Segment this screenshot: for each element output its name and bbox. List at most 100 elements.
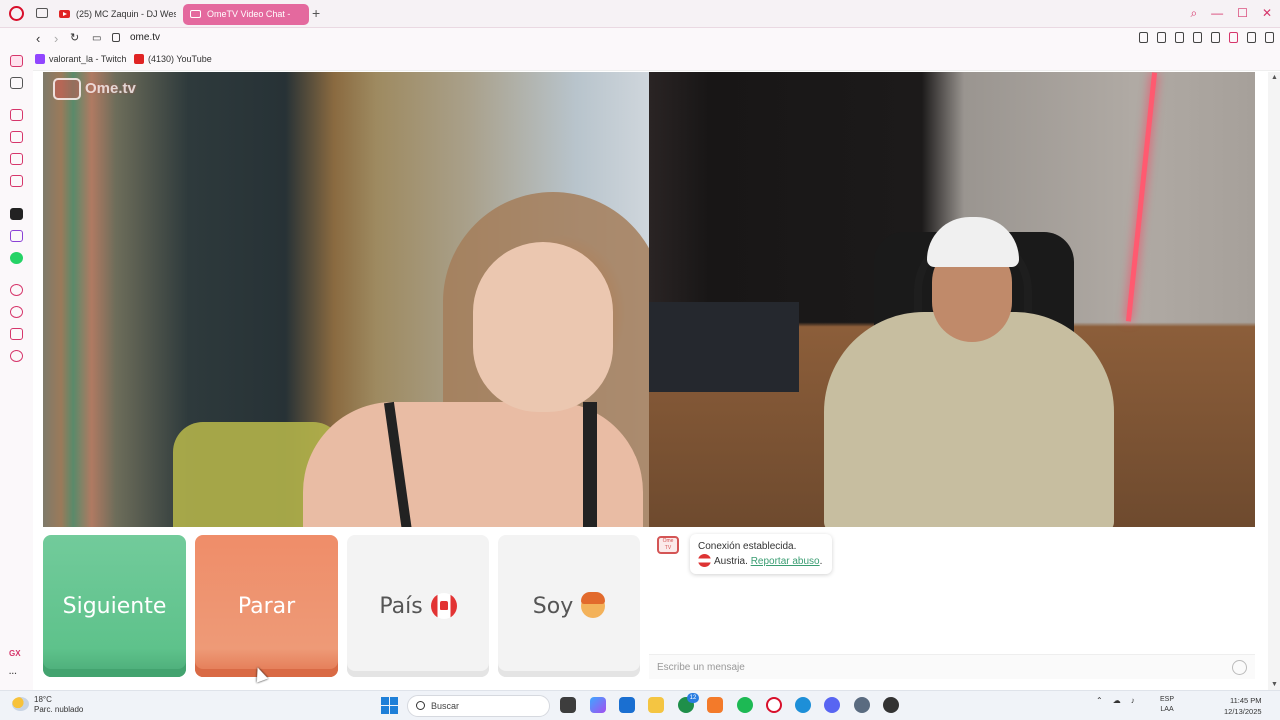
sidebar-m-icon[interactable] bbox=[10, 175, 23, 187]
file-explorer-icon[interactable] bbox=[648, 697, 664, 713]
maximize-button[interactable]: ☐ bbox=[1237, 6, 1248, 21]
system-message: Conexión establecida. Austria. Reportar … bbox=[690, 534, 832, 574]
strap-right bbox=[583, 402, 597, 527]
settings-icon[interactable] bbox=[854, 697, 870, 713]
clock-date: 12/13/2025 bbox=[1224, 707, 1262, 716]
stop-button[interactable]: Parar bbox=[195, 535, 338, 677]
ometv-chat-logo-icon: Ome TV bbox=[657, 536, 679, 554]
sidebar-twitch-icon[interactable] bbox=[10, 230, 23, 242]
stranger-video: Ome.tv bbox=[43, 72, 649, 527]
task-view-icon[interactable] bbox=[560, 697, 576, 713]
steam-icon[interactable] bbox=[883, 697, 899, 713]
layout-code: LAA bbox=[1160, 706, 1174, 713]
forward-button[interactable]: › bbox=[54, 31, 58, 46]
sidebar-player-icon[interactable] bbox=[10, 284, 23, 296]
app-a-icon[interactable] bbox=[707, 697, 723, 713]
store-icon[interactable] bbox=[619, 697, 635, 713]
country-name: Austria. bbox=[714, 556, 748, 567]
bookmark-label: valorant_la - Twitch bbox=[49, 54, 127, 64]
led-strip bbox=[1125, 72, 1158, 322]
profile-icon[interactable] bbox=[1229, 32, 1238, 43]
taskbar-search[interactable]: Buscar bbox=[407, 695, 550, 717]
discord-icon[interactable] bbox=[824, 697, 840, 713]
person-face bbox=[473, 242, 613, 412]
close-button[interactable]: ✕ bbox=[1262, 6, 1272, 21]
microphone-icon[interactable]: ♪ bbox=[1131, 696, 1135, 705]
scroll-up-icon[interactable]: ▲ bbox=[1271, 74, 1278, 81]
sidebar-aria-icon[interactable] bbox=[10, 109, 23, 121]
menu-icon[interactable] bbox=[1265, 32, 1274, 43]
clock[interactable]: 11:45 PM 12/13/2025 bbox=[1224, 695, 1262, 717]
tray-overflow-icon[interactable]: ⌃ bbox=[1096, 696, 1103, 705]
sidebar-extensions-icon[interactable] bbox=[10, 328, 23, 340]
sidebar-appstore-icon[interactable] bbox=[10, 208, 23, 220]
weather-desc: Parc. nublado bbox=[34, 705, 84, 714]
sidebar-history-icon[interactable] bbox=[10, 306, 23, 318]
bookmark-youtube[interactable]: (4130) YouTube bbox=[134, 54, 212, 64]
youtube-icon bbox=[59, 10, 70, 18]
lock-icon[interactable] bbox=[112, 33, 120, 42]
sidebar-shop-icon[interactable] bbox=[10, 131, 23, 143]
onedrive-icon[interactable]: ☁ bbox=[1113, 696, 1121, 705]
address-bar: ‹ › ↻ ▭ ome.tv bbox=[0, 28, 1280, 50]
new-tab-button[interactable]: + bbox=[312, 6, 320, 20]
copilot-icon[interactable] bbox=[590, 697, 606, 713]
person-torso bbox=[824, 312, 1114, 527]
spotify-icon[interactable] bbox=[737, 697, 753, 713]
speaker-icon bbox=[190, 10, 201, 18]
edge-icon[interactable] bbox=[795, 697, 811, 713]
gender-button[interactable]: Soy bbox=[498, 535, 640, 677]
sidebar-wallpaper-icon[interactable] bbox=[10, 153, 23, 165]
bookmark-twitch[interactable]: valorant_la - Twitch bbox=[35, 54, 126, 64]
notification-badge: 12 bbox=[687, 693, 699, 703]
country-filter-button[interactable]: País bbox=[347, 535, 489, 677]
heart-icon[interactable] bbox=[1211, 32, 1220, 43]
camera-icon[interactable]: ▭ bbox=[92, 31, 101, 46]
country-line: Austria. Reportar abuso. bbox=[698, 554, 824, 569]
browser-sidebar: GX ··· bbox=[0, 50, 33, 690]
bed-shape bbox=[649, 302, 799, 392]
sidebar-whatsapp-icon[interactable] bbox=[10, 252, 23, 264]
message-input[interactable]: Escribe un mensaje bbox=[649, 654, 1255, 679]
pin-icon[interactable] bbox=[1139, 32, 1148, 43]
windows-start-icon[interactable] bbox=[381, 697, 398, 714]
tab-ometv[interactable]: OmeTV Video Chat - bbox=[183, 4, 309, 25]
cap-shape bbox=[927, 217, 1019, 267]
sidebar-settings-icon[interactable] bbox=[10, 350, 23, 362]
weather-widget[interactable]: 18°C Parc. nublado bbox=[12, 695, 83, 715]
report-abuse-link[interactable]: Reportar abuso bbox=[751, 556, 820, 567]
sidebar-home-icon[interactable] bbox=[10, 55, 23, 67]
snapshot-icon[interactable] bbox=[1157, 32, 1166, 43]
sidebar-more-icon[interactable]: ··· bbox=[9, 669, 17, 678]
opera-gx-icon[interactable] bbox=[766, 697, 782, 713]
emoji-icon[interactable] bbox=[1232, 660, 1247, 675]
opera-logo-icon[interactable] bbox=[9, 6, 24, 21]
message-placeholder: Escribe un mensaje bbox=[657, 662, 745, 673]
weather-icon bbox=[12, 697, 29, 711]
shield-icon[interactable] bbox=[1175, 32, 1184, 43]
next-button[interactable]: Siguiente bbox=[43, 535, 186, 677]
language-indicator[interactable]: ESP LAA bbox=[1160, 695, 1174, 715]
tab-youtube[interactable]: (25) MC Zaquin - DJ Wes bbox=[52, 4, 176, 25]
gx-icon[interactable]: GX bbox=[9, 649, 21, 658]
search-tabs-icon[interactable]: ⌕ bbox=[1190, 6, 1197, 21]
toolbar-icons bbox=[1139, 32, 1274, 43]
canada-flag-icon bbox=[430, 593, 457, 619]
minimize-button[interactable]: — bbox=[1211, 6, 1223, 21]
player-icon[interactable] bbox=[1193, 32, 1202, 43]
boy-emoji-icon bbox=[581, 592, 606, 618]
bookmarks-bar: valorant_la - Twitch (4130) YouTube bbox=[0, 50, 1280, 71]
lang-code: ESP bbox=[1160, 696, 1175, 703]
page-scrollbar[interactable]: ▲ ▼ bbox=[1268, 72, 1280, 690]
download-icon[interactable] bbox=[1247, 32, 1256, 43]
report-suffix: . bbox=[819, 556, 823, 567]
tab-islands-icon[interactable] bbox=[36, 8, 48, 18]
system-tray: ⌃ ☁ ♪ bbox=[1096, 696, 1135, 705]
back-button[interactable]: ‹ bbox=[36, 31, 40, 46]
sidebar-gaming-icon[interactable] bbox=[10, 77, 23, 89]
scroll-down-icon[interactable]: ▼ bbox=[1271, 681, 1278, 688]
self-video bbox=[649, 72, 1255, 527]
twitch-icon bbox=[35, 54, 45, 64]
url-field[interactable]: ome.tv bbox=[130, 32, 160, 43]
reload-button[interactable]: ↻ bbox=[70, 31, 79, 46]
